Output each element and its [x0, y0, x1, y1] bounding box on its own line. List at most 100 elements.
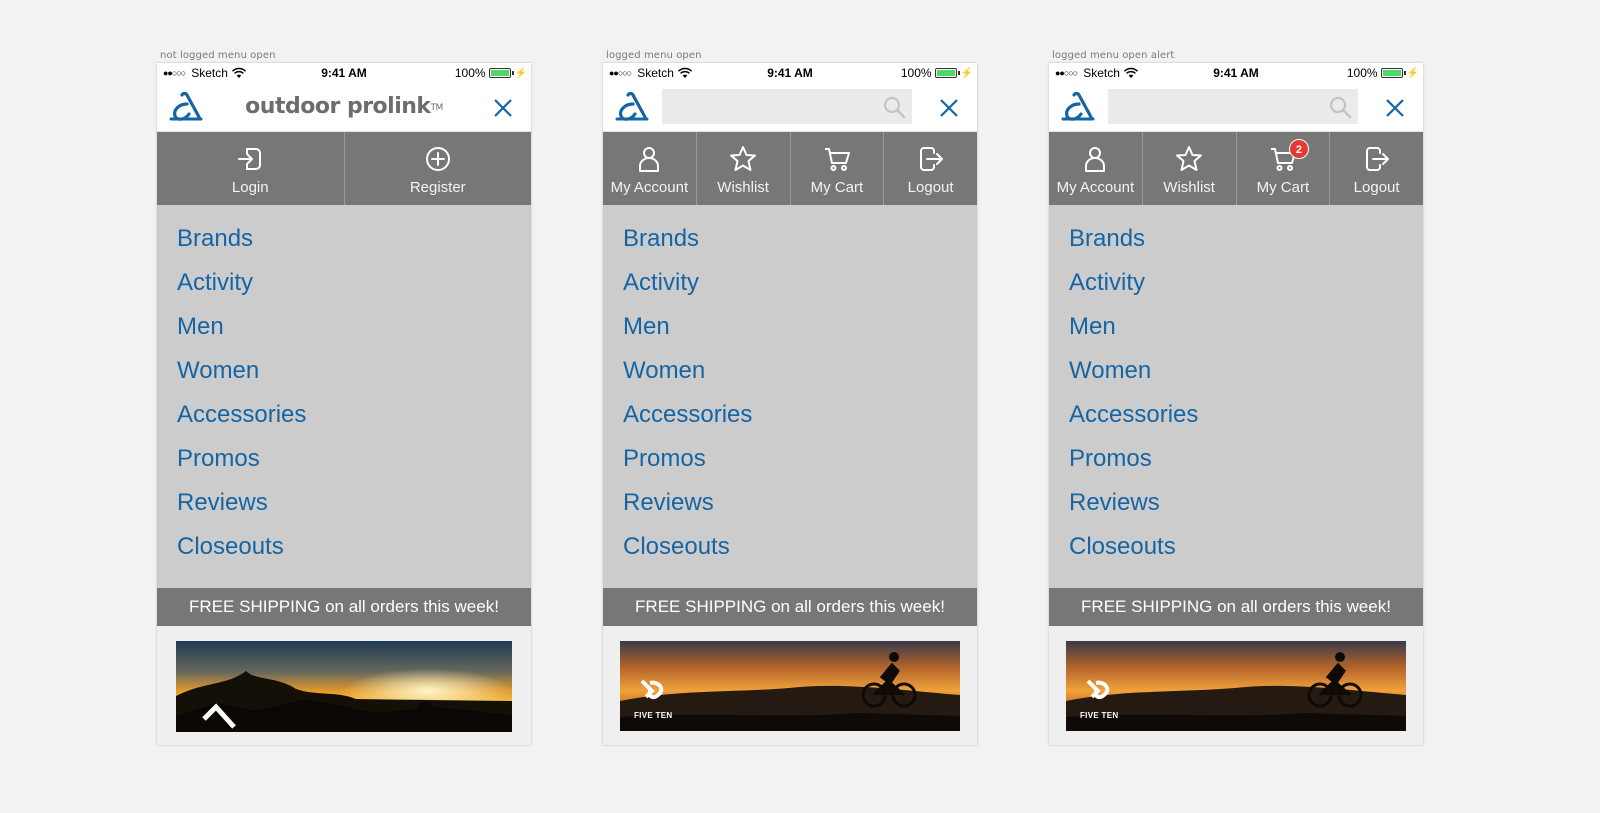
- wishlist-button[interactable]: Wishlist: [1141, 132, 1236, 205]
- my-cart-button[interactable]: 2 My Cart: [1235, 132, 1330, 205]
- register-label: Register: [409, 179, 466, 196]
- wishlist-button[interactable]: Wishlist: [695, 132, 790, 205]
- shipping-banner: FREE SHIPPING on all orders this week!: [603, 588, 977, 626]
- logout-button[interactable]: Logout: [883, 132, 977, 205]
- status-bar: ●●○○○ Sketch 9:41 AM 100% ⚡: [157, 63, 531, 83]
- my-cart-button[interactable]: My Cart: [789, 132, 884, 205]
- cart-icon: [824, 148, 850, 171]
- artboard-label: logged menu open alert: [1052, 50, 1175, 61]
- menu-item-reviews[interactable]: Reviews: [603, 483, 977, 527]
- close-icon[interactable]: [937, 96, 961, 120]
- menu-item-men[interactable]: Men: [157, 307, 531, 351]
- menu-item-activity[interactable]: Activity: [1049, 263, 1423, 307]
- header: [1049, 83, 1423, 132]
- login-icon: [238, 148, 262, 170]
- star-icon: [730, 146, 757, 171]
- banner-brand-text: FIVE TEN: [634, 711, 673, 720]
- shipping-banner: FREE SHIPPING on all orders this week!: [157, 588, 531, 626]
- brand-wordmark: outdoor prolinkTM: [245, 94, 443, 119]
- close-icon[interactable]: [1383, 96, 1407, 120]
- menu-item-promos[interactable]: Promos: [157, 439, 531, 483]
- promo-banner-image[interactable]: [176, 641, 512, 732]
- battery-icon: [1380, 68, 1403, 78]
- menu-item-women[interactable]: Women: [157, 351, 531, 395]
- promo-banner-image[interactable]: FIVE TEN: [620, 641, 960, 731]
- menu-item-accessories[interactable]: Accessories: [157, 395, 531, 439]
- logo-mark-icon[interactable]: [615, 92, 649, 122]
- phone-screen: ●●○○○ Sketch 9:41 AM 100% ⚡ outdoor prol…: [157, 63, 531, 745]
- battery-icon: [488, 68, 511, 78]
- status-bar: ●●○○○ Sketch 9:41 AM 100% ⚡: [603, 63, 977, 83]
- my-account-button[interactable]: My Account: [603, 132, 696, 205]
- menu-item-men[interactable]: Men: [603, 307, 977, 351]
- category-menu: Brands Activity Men Women Accessories Pr…: [1049, 205, 1423, 588]
- logout-icon: [1365, 147, 1389, 171]
- promo-banner-image[interactable]: FIVE TEN: [1066, 641, 1406, 731]
- menu-item-reviews[interactable]: Reviews: [1049, 483, 1423, 527]
- logo-mark-icon[interactable]: [1061, 92, 1095, 122]
- menu-item-brands[interactable]: Brands: [1049, 219, 1423, 263]
- banner-brand-text: FIVE TEN: [1080, 711, 1119, 720]
- menu-item-women[interactable]: Women: [1049, 351, 1423, 395]
- five-ten-logo-icon: [1086, 679, 1110, 700]
- charging-icon: ⚡: [960, 67, 973, 79]
- user-icon: [1085, 147, 1106, 172]
- category-menu: Brands Activity Men Women Accessories Pr…: [157, 205, 531, 588]
- status-bar: ●●○○○ Sketch 9:41 AM 100% ⚡: [1049, 63, 1423, 83]
- plus-circle-icon: [425, 147, 450, 171]
- menu-item-closeouts[interactable]: Closeouts: [157, 527, 531, 571]
- battery-percent: 100%: [900, 66, 932, 80]
- menu-item-brands[interactable]: Brands: [603, 219, 977, 263]
- account-action-bar: My Account Wishlist 2 My Cart Logout: [1049, 132, 1423, 205]
- my-cart-label: My Cart: [810, 179, 864, 196]
- artboard-logged-alert: logged menu open alert ●●○○○ Sketch 9:41…: [1049, 49, 1423, 745]
- star-icon: [1176, 146, 1203, 171]
- wishlist-label: Wishlist: [1163, 179, 1215, 196]
- menu-item-activity[interactable]: Activity: [157, 263, 531, 307]
- search-input[interactable]: [662, 89, 912, 124]
- logout-button[interactable]: Logout: [1329, 132, 1423, 205]
- close-icon[interactable]: [491, 96, 515, 120]
- menu-item-closeouts[interactable]: Closeouts: [1049, 527, 1423, 571]
- category-menu: Brands Activity Men Women Accessories Pr…: [603, 205, 977, 588]
- artboard-label: logged menu open: [606, 50, 702, 61]
- menu-item-promos[interactable]: Promos: [603, 439, 977, 483]
- menu-item-closeouts[interactable]: Closeouts: [603, 527, 977, 571]
- logout-icon: [919, 147, 943, 171]
- menu-item-men[interactable]: Men: [1049, 307, 1423, 351]
- phone-screen: ●●○○○ Sketch 9:41 AM 100% ⚡ My Account W…: [1049, 63, 1423, 745]
- menu-item-accessories[interactable]: Accessories: [1049, 395, 1423, 439]
- login-label: Login: [231, 179, 269, 196]
- my-account-button[interactable]: My Account: [1049, 132, 1142, 205]
- logout-label: Logout: [907, 179, 954, 196]
- search-icon[interactable]: [882, 95, 906, 119]
- artboard-label: not logged menu open: [160, 50, 276, 61]
- menu-item-accessories[interactable]: Accessories: [603, 395, 977, 439]
- cart-count-badge: 2: [1288, 139, 1309, 159]
- charging-icon: ⚡: [514, 67, 527, 79]
- menu-item-activity[interactable]: Activity: [603, 263, 977, 307]
- shipping-banner: FREE SHIPPING on all orders this week!: [1049, 588, 1423, 626]
- search-icon[interactable]: [1328, 95, 1352, 119]
- my-account-label: My Account: [1056, 179, 1135, 196]
- phone-screen: ●●○○○ Sketch 9:41 AM 100% ⚡ My Account W…: [603, 63, 977, 745]
- five-ten-logo-icon: [640, 679, 664, 700]
- menu-item-promos[interactable]: Promos: [1049, 439, 1423, 483]
- battery-percent: 100%: [1346, 66, 1378, 80]
- account-action-bar: Login Register: [157, 132, 531, 205]
- my-account-label: My Account: [610, 179, 689, 196]
- search-input[interactable]: [1108, 89, 1358, 124]
- battery-percent: 100%: [454, 66, 486, 80]
- account-action-bar: My Account Wishlist My Cart Logout: [603, 132, 977, 205]
- header: outdoor prolinkTM: [157, 83, 531, 132]
- artboard-not-logged: not logged menu open ●●○○○ Sketch 9:41 A…: [157, 49, 531, 745]
- menu-item-women[interactable]: Women: [603, 351, 977, 395]
- register-button[interactable]: Register: [343, 132, 532, 205]
- wishlist-label: Wishlist: [717, 179, 769, 196]
- menu-item-brands[interactable]: Brands: [157, 219, 531, 263]
- user-icon: [639, 147, 660, 172]
- charging-icon: ⚡: [1406, 67, 1419, 79]
- login-button[interactable]: Login: [157, 132, 344, 205]
- logout-label: Logout: [1353, 179, 1400, 196]
- menu-item-reviews[interactable]: Reviews: [157, 483, 531, 527]
